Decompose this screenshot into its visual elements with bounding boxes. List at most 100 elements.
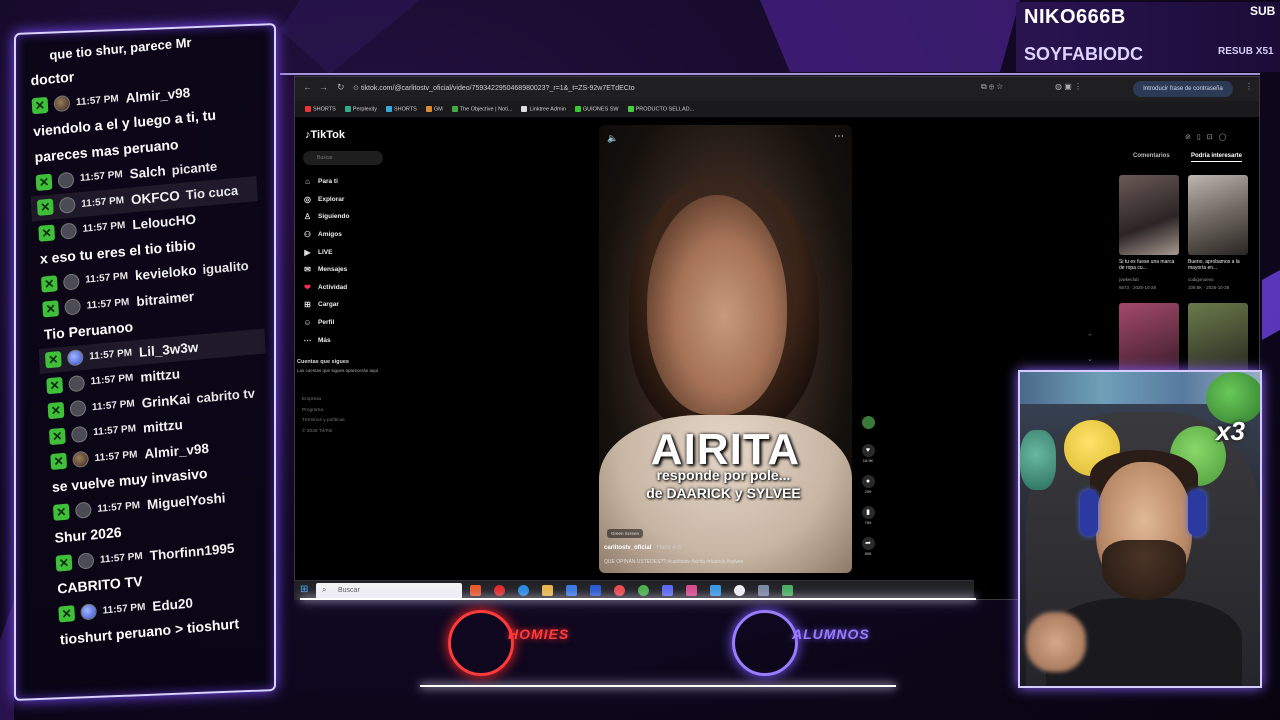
- tiktok-footer-link[interactable]: © 2026 TikTok: [302, 427, 345, 438]
- tiktok-nav-label: Actividad: [318, 283, 348, 291]
- bookmark-item[interactable]: Perplexity: [344, 105, 377, 112]
- chat-message-inline: Tio cuca: [185, 182, 239, 203]
- bookmark-item[interactable]: Linktree Admin: [521, 105, 566, 112]
- subscriber-badge-icon: ✕: [31, 97, 49, 115]
- author-avatar-action[interactable]: [858, 407, 878, 438]
- chat-username[interactable]: Salch: [129, 164, 166, 182]
- tiktok-footer-link[interactable]: Programa: [302, 406, 345, 417]
- chat-username[interactable]: Lil_3w3w: [139, 339, 199, 359]
- like-action[interactable]: ♥ 18.5K: [858, 438, 878, 469]
- tiktok-nav-item[interactable]: ⌂ Para ti: [303, 173, 393, 191]
- taskbar-search-input[interactable]: Buscar: [316, 583, 462, 599]
- chat-username[interactable]: MiguelYoshi: [147, 490, 226, 512]
- store-icon[interactable]: [566, 585, 577, 596]
- tiktok-nav-item[interactable]: ♙ Siguiendo: [303, 208, 393, 226]
- video-author[interactable]: carlitostv_oficial · Hace 4 h: [604, 545, 681, 551]
- effect-badge[interactable]: Green Screen: [607, 529, 644, 538]
- profile-icon: ☺: [303, 318, 312, 328]
- chat-username[interactable]: Edu20: [152, 595, 193, 614]
- tiktok-nav-item[interactable]: ⋯ Más: [303, 331, 393, 349]
- menu-icon[interactable]: ⋮: [1245, 82, 1253, 91]
- tiktok-nav-item[interactable]: ▶ LIVE: [303, 243, 393, 261]
- chat-username[interactable]: bitraimer: [136, 289, 194, 309]
- extensions-icons[interactable]: ⧉ ⊕ ☆: [981, 82, 1003, 92]
- reload-icon[interactable]: ↻: [337, 82, 345, 93]
- bookmark-item[interactable]: The Objective | Noti...: [451, 105, 512, 112]
- edge-icon[interactable]: [518, 585, 529, 596]
- comment-action[interactable]: ● 299: [858, 469, 878, 500]
- app-icon[interactable]: [686, 585, 697, 596]
- chat-username[interactable]: GrinKai: [141, 391, 190, 410]
- subscriber-badge-icon: ✕: [46, 376, 64, 395]
- homies-logo-text: HOMIES: [508, 626, 570, 642]
- chat-username[interactable]: Almir_v98: [144, 440, 209, 461]
- chat-username[interactable]: OKFCO: [131, 188, 180, 207]
- chat-timestamp: 11:57 PM: [97, 499, 141, 515]
- bookmark-item[interactable]: GM: [425, 105, 443, 112]
- scroll-down-icon[interactable]: ⌄: [1087, 355, 1093, 363]
- tab-comments[interactable]: Comentarios: [1133, 153, 1170, 159]
- windows-start-icon[interactable]: ⊞: [300, 585, 310, 595]
- bookmark-item[interactable]: PRODUCTO SELLAD...: [627, 105, 694, 112]
- neon-divider: [300, 598, 976, 600]
- bookmark-item[interactable]: SHORTS: [385, 105, 417, 112]
- recommended-thumb[interactable]: [1188, 303, 1248, 373]
- bookmark-item[interactable]: GUIONES SW: [574, 105, 619, 112]
- opera-icon[interactable]: [494, 585, 505, 596]
- app-icon[interactable]: [758, 585, 769, 596]
- profile-icons[interactable]: ◍ ▣ ⋮: [1055, 82, 1082, 91]
- chat-username[interactable]: mittzu: [143, 417, 183, 436]
- chat-message-inline: picante: [171, 158, 218, 178]
- chat-username[interactable]: Thorfinn1995: [149, 540, 234, 563]
- bookmark-item[interactable]: SHORTS: [305, 105, 336, 112]
- tiktok-nav-item[interactable]: ❤ Actividad: [303, 279, 393, 297]
- recommended-thumb[interactable]: [1119, 175, 1179, 255]
- subscriber-badge-icon: ✕: [38, 224, 56, 242]
- save-action[interactable]: ▮ 769: [858, 500, 878, 531]
- tiktok-nav-item[interactable]: ⊞ Cargar: [303, 296, 393, 314]
- discord-icon[interactable]: [662, 585, 673, 596]
- url-input[interactable]: tiktok.com/@carlitostv_oficial/video/759…: [361, 81, 921, 97]
- tiktok-nav-item[interactable]: ⚇ Amigos: [303, 226, 393, 244]
- chat-username[interactable]: Almir_v98: [125, 85, 190, 106]
- chat-timestamp: 11:57 PM: [88, 347, 133, 363]
- video-player[interactable]: 🔈 ⋯ AIRITA responde por pole... de DAARI…: [599, 125, 852, 573]
- recommended-thumb[interactable]: [1119, 303, 1179, 373]
- forward-icon[interactable]: →: [319, 82, 328, 92]
- more-options-icon[interactable]: ⋯: [834, 131, 844, 142]
- chat-timestamp: 11:57 PM: [82, 220, 126, 236]
- app-icon[interactable]: [590, 585, 601, 596]
- site-info-icon[interactable]: ⊙: [353, 84, 359, 92]
- tiktok-logo[interactable]: ♪TikTok: [305, 129, 345, 141]
- volume-icon[interactable]: 🔈: [607, 133, 618, 144]
- right-panel-toolbar-icons[interactable]: ⊘▯⊡◯: [1185, 133, 1232, 141]
- chrome-icon[interactable]: [638, 585, 649, 596]
- tiktok-nav-item[interactable]: ✉ Mensajes: [303, 261, 393, 279]
- back-icon[interactable]: ←: [303, 82, 312, 92]
- tiktok-footer-link[interactable]: Términos y políticas: [302, 416, 345, 427]
- share-action[interactable]: ➦ 806: [858, 531, 878, 562]
- tiktok-nav-item[interactable]: ☺ Perfil: [303, 314, 393, 332]
- tiktok-search-input[interactable]: Buscar: [303, 151, 383, 165]
- chat-username[interactable]: LeloucHO: [132, 212, 196, 233]
- taskbar-search-icon: ⌕: [322, 585, 327, 594]
- scroll-up-icon[interactable]: ⌃: [1087, 333, 1093, 341]
- tiktok-nav-item[interactable]: ◎ Explorar: [303, 191, 393, 209]
- live-icon: ▶: [304, 247, 311, 257]
- streamer-hand: [1026, 612, 1086, 672]
- recommended-thumb[interactable]: [1188, 175, 1248, 255]
- chat-username[interactable]: kevieloko: [135, 263, 197, 284]
- pokeball-icon[interactable]: [734, 585, 745, 596]
- app-icon[interactable]: [710, 585, 721, 596]
- app-icon[interactable]: [614, 585, 625, 596]
- brave-icon[interactable]: [470, 585, 481, 596]
- password-passphrase-button[interactable]: Introducir frase de contraseña: [1133, 81, 1233, 97]
- app-icon[interactable]: [782, 585, 793, 596]
- tab-recommended[interactable]: Podría interesarte: [1191, 153, 1243, 162]
- tiktok-footer-link[interactable]: Empresa: [302, 395, 345, 406]
- chat-username[interactable]: mittzu: [140, 367, 180, 386]
- file-explorer-icon[interactable]: [542, 585, 553, 596]
- headset-icon: [1080, 490, 1098, 536]
- author-name[interactable]: carlitostv_oficial: [604, 545, 651, 551]
- bookmark-favicon-icon: [305, 105, 311, 112]
